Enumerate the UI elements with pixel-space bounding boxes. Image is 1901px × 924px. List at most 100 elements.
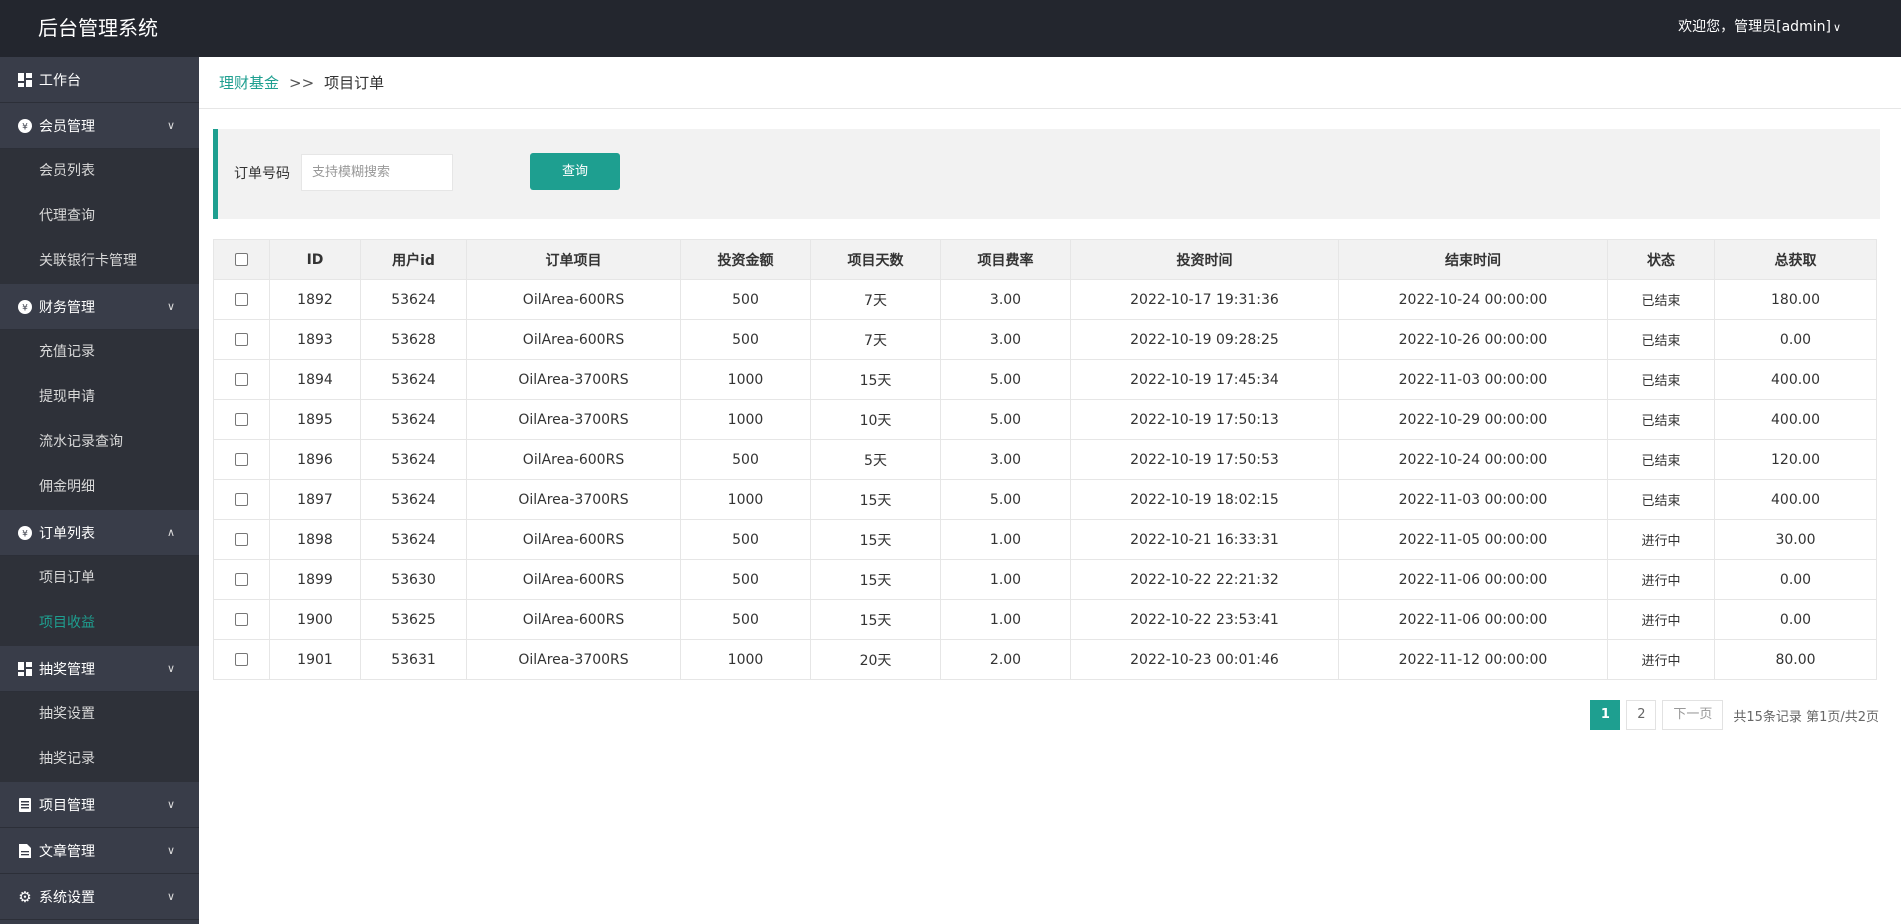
user-id-cell: 53624 (360, 479, 467, 520)
rate-cell: 2.00 (940, 639, 1071, 680)
page-button-1[interactable]: 1 (1590, 700, 1621, 730)
row-checkbox[interactable] (235, 333, 248, 346)
sidebar-item-workbench[interactable]: 工作台 (0, 57, 199, 103)
rate-cell: 5.00 (940, 479, 1071, 520)
column-header[interactable]: 项目费率 (940, 239, 1071, 280)
column-header[interactable]: 结束时间 (1338, 239, 1608, 280)
column-header[interactable]: 投资金额 (680, 239, 811, 280)
column-header[interactable]: 订单项目 (466, 239, 681, 280)
chevron-down-icon: ∨ (166, 798, 175, 811)
amount-cell: 1000 (680, 399, 811, 440)
sidebar-item-withdraw[interactable]: 提现申请 (0, 375, 199, 420)
sidebar-group-settings[interactable]: ⚙ 系统设置 ∨ (0, 874, 199, 920)
column-header[interactable]: 状态 (1607, 239, 1715, 280)
row-select-cell (213, 359, 270, 400)
column-header[interactable]: ID (269, 239, 361, 280)
sidebar-group-lottery[interactable]: 抽奖管理 ∨ (0, 646, 199, 692)
sidebar-item-lottery-records[interactable]: 抽奖记录 (0, 737, 199, 782)
table-row: 1895 53624 OilArea-3700RS 1000 10天 5.00 2022-1… (213, 399, 1877, 440)
article-icon (17, 843, 33, 859)
amount-cell: 500 (680, 559, 811, 600)
finance-icon: ¥ (17, 299, 33, 315)
breadcrumb-current: 项目订单 (324, 74, 385, 92)
order-project-cell: OilArea-3700RS (466, 639, 681, 680)
end-time-cell: 2022-10-24 00:00:00 (1338, 279, 1608, 320)
id-cell: 1892 (269, 279, 361, 320)
id-cell: 1899 (269, 559, 361, 600)
search-panel: 订单号码 查询 (213, 129, 1880, 219)
user-id-cell: 53624 (360, 279, 467, 320)
status-cell: 已结束 (1607, 359, 1715, 400)
id-cell: 1894 (269, 359, 361, 400)
row-checkbox[interactable] (235, 533, 248, 546)
row-checkbox[interactable] (235, 293, 248, 306)
end-time-cell: 2022-11-12 00:00:00 (1338, 639, 1608, 680)
chevron-down-icon: ∨ (166, 662, 175, 675)
search-button[interactable]: 查询 (530, 153, 620, 190)
days-cell: 10天 (810, 399, 941, 440)
sidebar-item-commission[interactable]: 佣金明细 (0, 465, 199, 510)
row-checkbox[interactable] (235, 373, 248, 386)
pagination: 1 2 下一页 共15条记录 第1页/共2页 (1584, 700, 1879, 730)
sidebar-item-project-orders[interactable]: 项目订单 (0, 556, 199, 601)
total-cell: 0.00 (1714, 319, 1877, 360)
row-checkbox[interactable] (235, 573, 248, 586)
select-all-cell (213, 239, 270, 280)
page-button-2[interactable]: 2 (1626, 700, 1657, 730)
invest-time-cell: 2022-10-23 00:01:46 (1070, 639, 1339, 680)
table-row: 1893 53628 OilArea-600RS 500 7天 3.00 2022-10-1… (213, 319, 1877, 360)
rate-cell: 1.00 (940, 559, 1071, 600)
column-header[interactable]: 总获取 (1714, 239, 1877, 280)
next-page-button[interactable]: 下一页 (1662, 700, 1724, 730)
id-cell: 1896 (269, 439, 361, 480)
chevron-down-icon: ∨ (1832, 21, 1841, 34)
rate-cell: 1.00 (940, 519, 1071, 560)
sidebar-group-orders[interactable]: ¥ 订单列表 ∧ (0, 510, 199, 556)
amount-cell: 500 (680, 519, 811, 560)
sidebar-item-bank-card[interactable]: 关联银行卡管理 (0, 239, 199, 284)
row-select-cell (213, 439, 270, 480)
select-all-checkbox[interactable] (235, 253, 248, 266)
end-time-cell: 2022-11-03 00:00:00 (1338, 479, 1608, 520)
sidebar-group-projects[interactable]: 项目管理 ∨ (0, 782, 199, 828)
sidebar-group-articles[interactable]: 文章管理 ∨ (0, 828, 199, 874)
status-cell: 进行中 (1607, 559, 1715, 600)
total-cell: 180.00 (1714, 279, 1877, 320)
row-checkbox[interactable] (235, 613, 248, 626)
amount-cell: 500 (680, 439, 811, 480)
id-cell: 1895 (269, 399, 361, 440)
total-cell: 30.00 (1714, 519, 1877, 560)
column-header[interactable]: 项目天数 (810, 239, 941, 280)
status-cell: 已结束 (1607, 439, 1715, 480)
chevron-up-icon: ∧ (166, 526, 175, 539)
table-row: 1897 53624 OilArea-3700RS 1000 15天 5.00 2022-1… (213, 479, 1877, 520)
row-checkbox[interactable] (235, 453, 248, 466)
lottery-icon (17, 661, 33, 677)
breadcrumb-parent-link[interactable]: 理财基金 (219, 74, 279, 92)
sidebar-group-finance[interactable]: ¥ 财务管理 ∨ (0, 284, 199, 330)
sidebar-item-label: 工作台 (39, 72, 81, 89)
sidebar-item-project-income[interactable]: 项目收益 (0, 601, 199, 646)
sidebar-item-agent-query[interactable]: 代理查询 (0, 194, 199, 239)
column-header[interactable]: 用户id (360, 239, 467, 280)
total-cell: 0.00 (1714, 559, 1877, 600)
sidebar-item-label: 财务管理 (39, 299, 95, 316)
status-cell: 进行中 (1607, 599, 1715, 640)
order-project-cell: OilArea-600RS (466, 319, 681, 360)
sidebar-item-flow[interactable]: 流水记录查询 (0, 420, 199, 465)
row-checkbox[interactable] (235, 493, 248, 506)
orders-table: ID 用户id 订单项目 投资金额 项目天数 项目费率 投资时间 结束时间 状态… (213, 239, 1877, 680)
sidebar-group-member[interactable]: ¥ 会员管理 ∨ (0, 103, 199, 149)
sidebar-item-recharge[interactable]: 充值记录 (0, 330, 199, 375)
order-project-cell: OilArea-600RS (466, 599, 681, 640)
column-header[interactable]: 投资时间 (1070, 239, 1339, 280)
sidebar-item-lottery-settings[interactable]: 抽奖设置 (0, 692, 199, 737)
row-checkbox[interactable] (235, 653, 248, 666)
user-menu[interactable]: 欢迎您，管理员[admin] ∨ (1678, 0, 1841, 55)
user-id-cell: 53624 (360, 439, 467, 480)
end-time-cell: 2022-11-06 00:00:00 (1338, 599, 1608, 640)
total-cell: 400.00 (1714, 399, 1877, 440)
order-number-search-input[interactable] (301, 154, 453, 191)
row-checkbox[interactable] (235, 413, 248, 426)
sidebar-item-member-list[interactable]: 会员列表 (0, 149, 199, 194)
